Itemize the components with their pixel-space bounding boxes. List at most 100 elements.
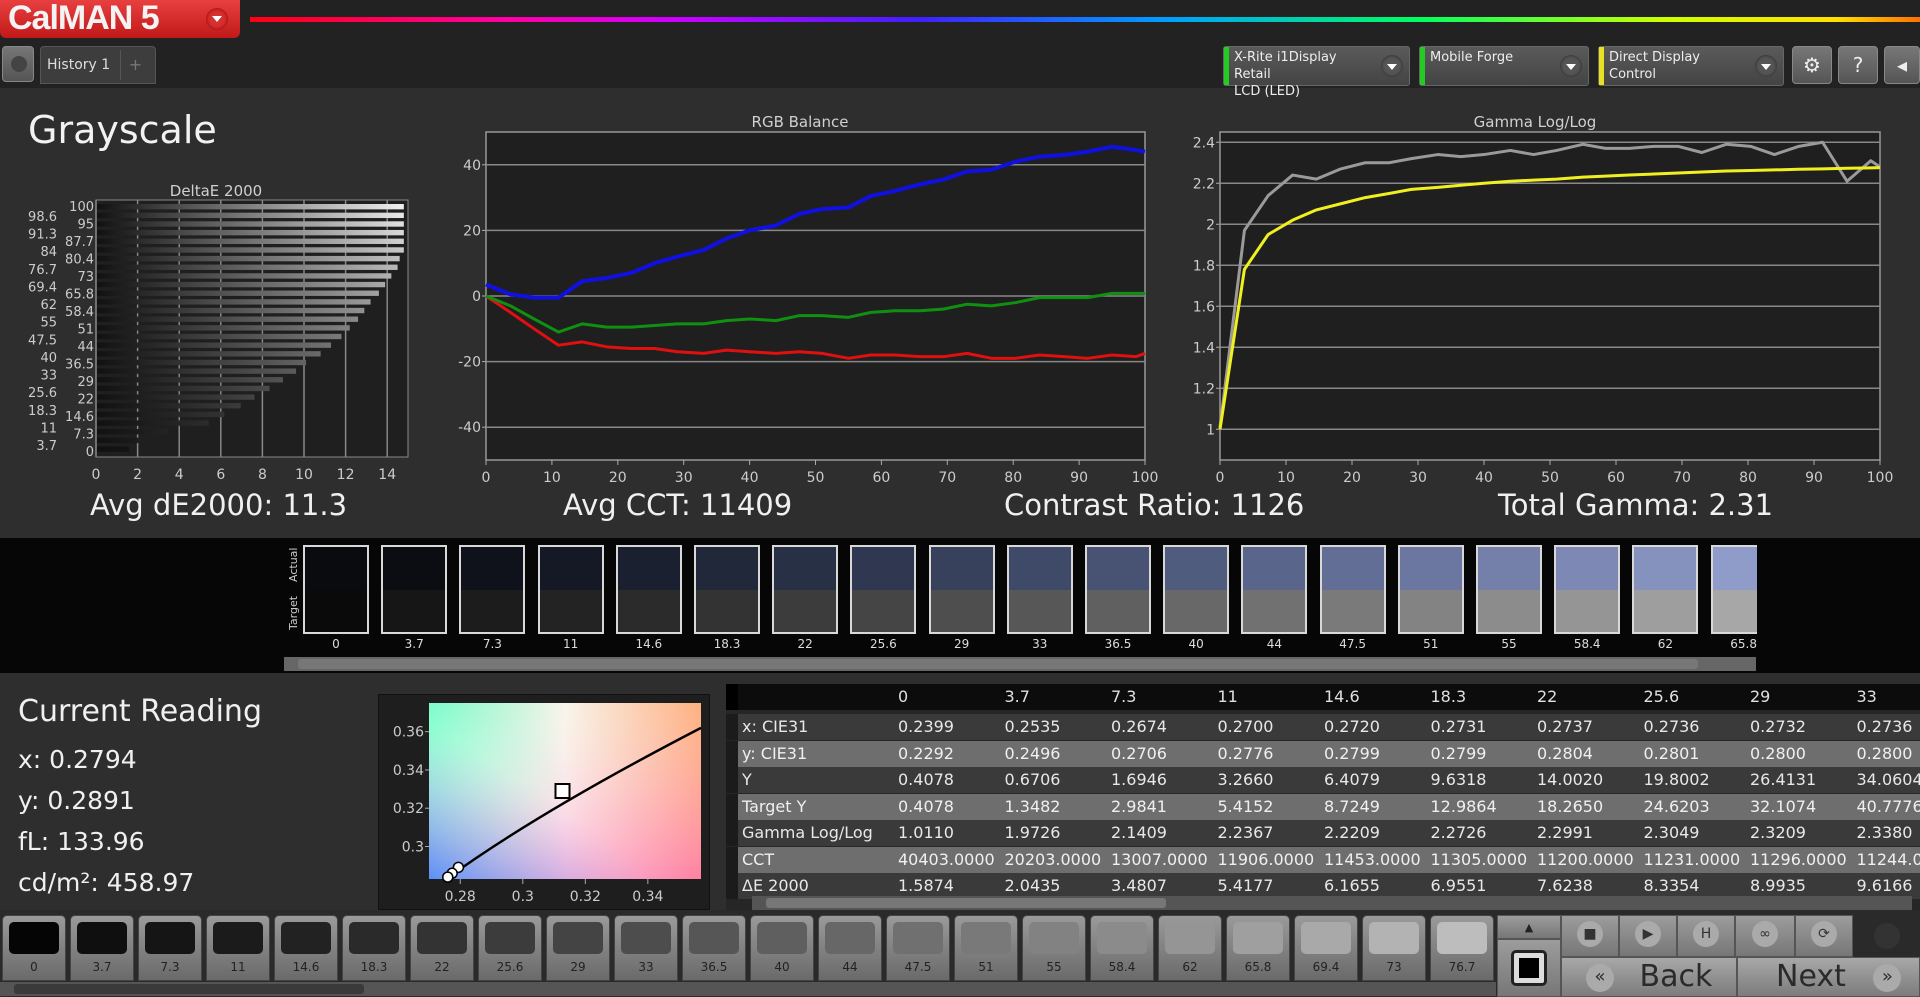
patch-color — [893, 922, 943, 954]
column-header[interactable]: 7.3 — [1111, 684, 1136, 710]
collapse-panel-button[interactable]: ◂ — [1884, 46, 1920, 84]
swatch[interactable] — [1241, 545, 1308, 634]
swatch[interactable] — [615, 545, 682, 634]
rgb-balance-chart: 40 20 0 -20 -40 0 10 20 30 40 50 60 70 80 90 100 — [458, 131, 1158, 485]
deltae-bar — [97, 307, 365, 314]
play-button[interactable]: ▶ — [1619, 915, 1677, 957]
patch-button[interactable]: 51 — [954, 915, 1018, 981]
swatch[interactable] — [381, 545, 448, 634]
swatch[interactable] — [1476, 545, 1542, 634]
table-row[interactable]: y: CIE31 0.2292 0.2496 0.2706 0.2776 0.2799 0.… — [726, 740, 1920, 767]
y-tick-label: 18.3 — [28, 404, 57, 419]
swatch[interactable] — [1006, 545, 1073, 634]
column-header[interactable]: 3.7 — [1005, 684, 1030, 710]
swatch[interactable] — [1554, 545, 1621, 634]
display-control-selector[interactable]: Direct Display Control — [1598, 46, 1784, 86]
continuous-button[interactable]: ∞ — [1735, 915, 1795, 957]
app-menu-button[interactable]: CalMAN 5 — [0, 0, 240, 38]
patch-button[interactable]: 55 — [1022, 915, 1086, 981]
table-scrollbar[interactable] — [752, 896, 1912, 910]
swatch[interactable] — [1397, 545, 1464, 634]
patch-button[interactable]: 22 — [410, 915, 474, 981]
swatch[interactable] — [928, 545, 995, 634]
column-header[interactable]: 18.3 — [1431, 684, 1467, 710]
patch-button[interactable]: 62 — [1158, 915, 1222, 981]
table-row[interactable]: Y 0.4078 0.6706 1.6946 3.2660 6.4079 9.6318 14.… — [726, 767, 1920, 793]
column-header[interactable]: 33 — [1857, 684, 1877, 710]
patch-label: 14.6 — [292, 960, 320, 974]
swatch[interactable] — [459, 545, 526, 634]
table-row[interactable]: Gamma Log/Log 1.0110 1.9726 2.1409 2.2367 2.2… — [726, 820, 1920, 846]
patch-scrollbar[interactable] — [0, 982, 1496, 996]
column-header[interactable]: 25.6 — [1644, 684, 1680, 710]
swatch[interactable] — [1319, 545, 1386, 634]
patch-button[interactable]: 3.7 — [70, 915, 134, 981]
swatch[interactable] — [694, 545, 760, 634]
column-header[interactable]: 11 — [1218, 684, 1238, 710]
patch-button[interactable]: 7.3 — [138, 915, 202, 981]
chevron-down-icon — [206, 8, 228, 30]
source-selector[interactable]: Mobile Forge — [1419, 46, 1589, 86]
patch-button[interactable]: 76.7 — [1430, 915, 1494, 981]
y-tick-label: 0 — [86, 445, 94, 460]
patch-button[interactable]: 58.4 — [1090, 915, 1154, 981]
deltae-bar — [97, 204, 404, 210]
patch-button[interactable]: 11 — [206, 915, 270, 981]
swatch[interactable] — [772, 545, 839, 634]
swatch[interactable] — [850, 545, 917, 634]
patch-button[interactable]: 73 — [1362, 915, 1426, 981]
patch-button[interactable]: 18.3 — [342, 915, 406, 981]
patch-color — [553, 922, 603, 954]
settings-button[interactable]: ⚙ — [1792, 46, 1832, 84]
y-tick-label: 91.3 — [28, 228, 57, 243]
chevron-down-icon[interactable] — [1560, 55, 1582, 77]
scrollbar-thumb[interactable] — [766, 898, 1166, 908]
chevron-down-icon[interactable] — [1755, 55, 1777, 77]
help-button[interactable]: ? — [1838, 46, 1878, 84]
back-button[interactable]: « Back — [1561, 957, 1737, 997]
swatch[interactable] — [1163, 545, 1230, 634]
patch-button[interactable]: 33 — [614, 915, 678, 981]
scrollbar-thumb[interactable] — [298, 659, 1698, 669]
patch-button[interactable]: 25.6 — [478, 915, 542, 981]
x-tick-label: 30 — [675, 470, 693, 485]
patch-button[interactable]: 69.4 — [1294, 915, 1358, 981]
patch-button[interactable]: 0 — [2, 915, 66, 981]
table-cell: 32.1074 — [1750, 796, 1817, 816]
meter-selector[interactable]: X-Rite i1Display Retail LCD (LED) — [1223, 46, 1410, 99]
patch-button[interactable]: 40 — [750, 915, 814, 981]
chevron-down-icon[interactable] — [1381, 55, 1403, 77]
scrollbar-thumb[interactable] — [14, 984, 364, 994]
hold-button[interactable]: H — [1677, 915, 1735, 957]
column-header[interactable]: 0 — [898, 684, 908, 710]
add-tab-button[interactable]: + — [120, 50, 150, 80]
workflow-nav-button[interactable] — [2, 46, 34, 82]
patch-button[interactable]: 36.5 — [682, 915, 746, 981]
column-header[interactable]: 14.6 — [1324, 684, 1360, 710]
expand-button[interactable]: ▲ — [1497, 915, 1561, 939]
stop-button[interactable]: ■ — [1561, 915, 1619, 957]
swatch-side-labels: Actual Target — [287, 548, 300, 631]
patch-button[interactable]: 44 — [818, 915, 882, 981]
table-row[interactable]: x: CIE31 0.2399 0.2535 0.2674 0.2700 0.2720 0.… — [726, 714, 1920, 740]
patch-button[interactable]: 29 — [546, 915, 610, 981]
swatch-scrollbar[interactable] — [284, 657, 1756, 671]
cie-chart: 0.28 0.3 0.32 0.34 0.36 0.34 0.32 0.3 — [393, 703, 702, 905]
column-header[interactable]: 22 — [1537, 684, 1557, 710]
swatch[interactable] — [1632, 545, 1699, 634]
measure-stop-button[interactable] — [1497, 939, 1561, 997]
swatch-target — [305, 589, 367, 632]
patch-button[interactable]: 47.5 — [886, 915, 950, 981]
refresh-button[interactable]: ⟳ — [1795, 915, 1853, 957]
swatch-label: 36.5 — [1104, 637, 1132, 651]
patch-button[interactable]: 14.6 — [274, 915, 338, 981]
column-header[interactable]: 29 — [1750, 684, 1770, 710]
next-button[interactable]: Next » — [1737, 957, 1920, 997]
table-row[interactable]: CCT 40403.0000 20203.0000 13007.0000 11906.0… — [726, 846, 1920, 873]
swatch[interactable] — [303, 545, 369, 634]
swatch[interactable] — [1085, 545, 1151, 634]
swatch[interactable] — [537, 545, 604, 634]
table-row[interactable]: Target Y 0.4078 1.3482 2.9841 5.4152 8.7249 12… — [726, 793, 1920, 820]
swatch[interactable] — [1710, 545, 1757, 634]
patch-button[interactable]: 65.8 — [1226, 915, 1290, 981]
